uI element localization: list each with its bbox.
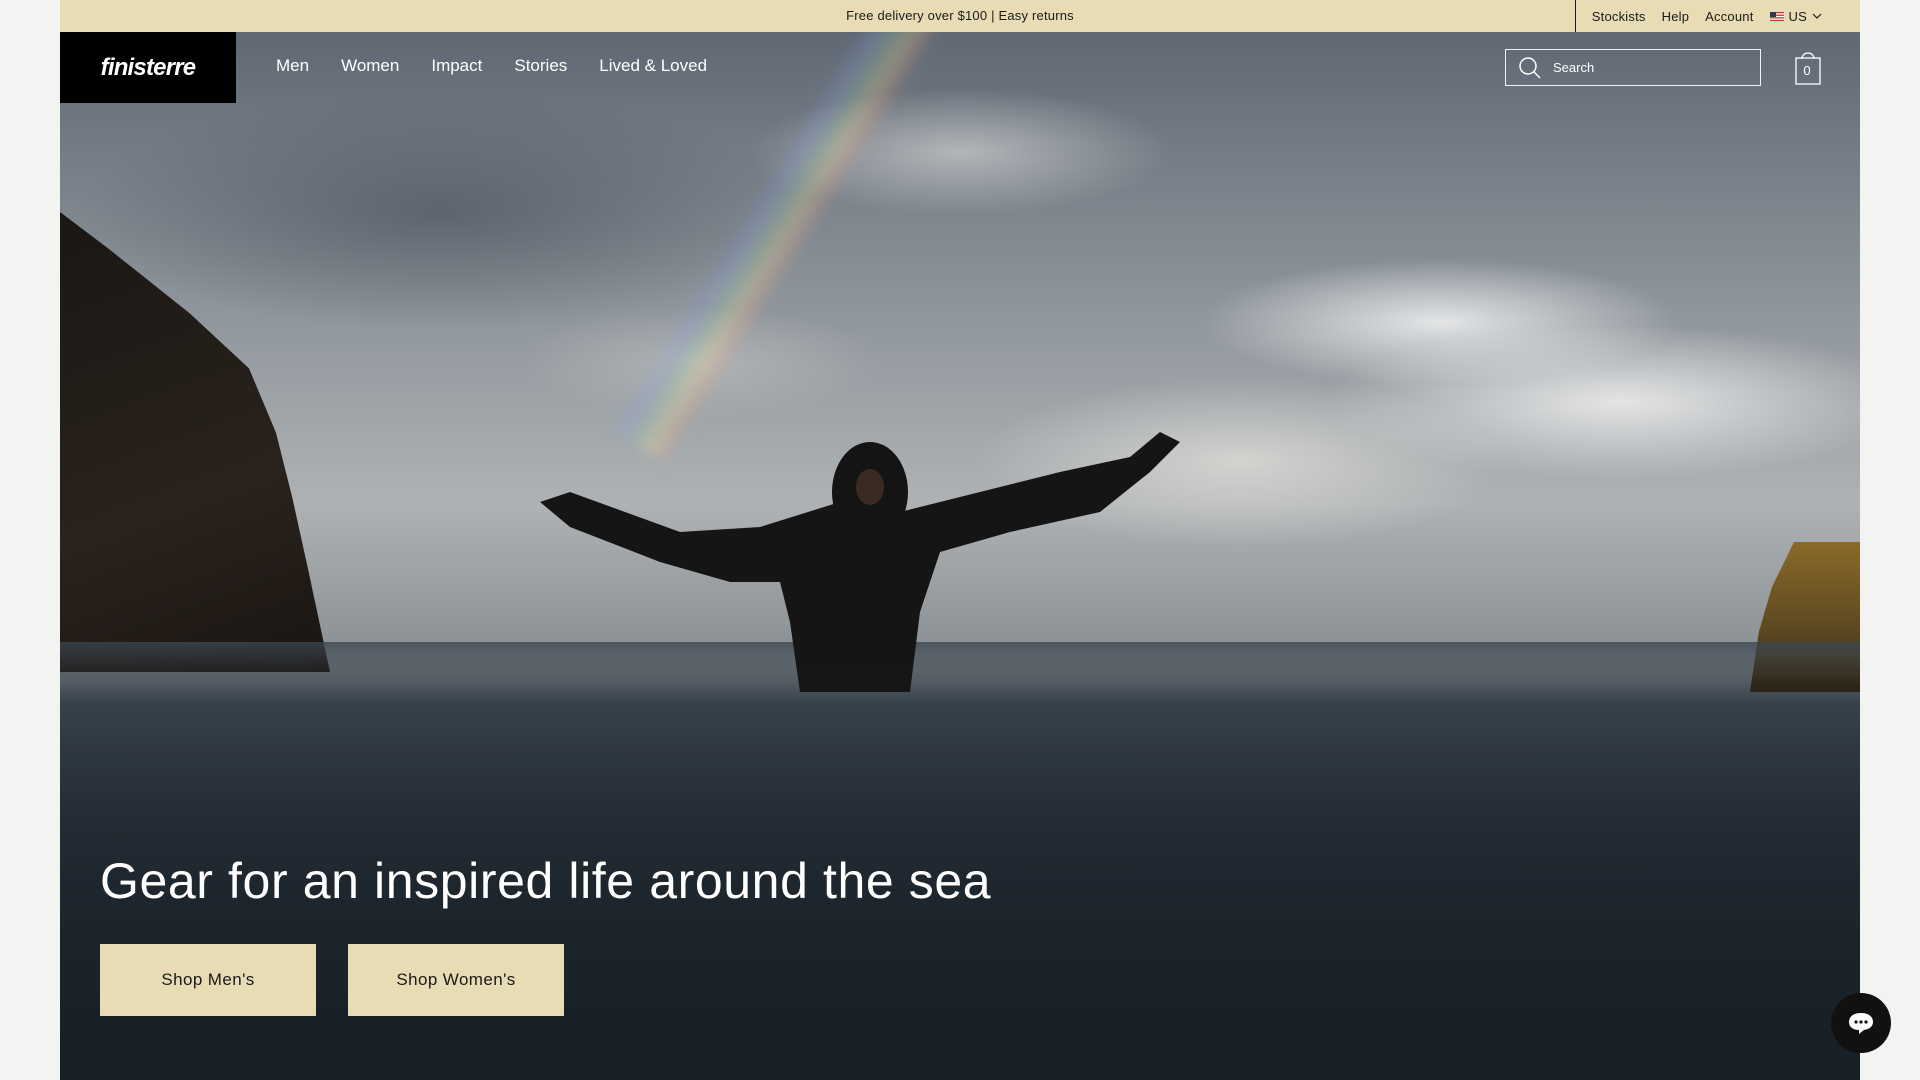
- site-logo[interactable]: finisterre: [60, 32, 236, 103]
- search-icon: [1519, 56, 1541, 79]
- page: Free delivery over $100 | Easy returns S…: [60, 0, 1860, 1080]
- hero-image: [60, 0, 1860, 1080]
- nav-item-stories[interactable]: Stories: [514, 56, 567, 76]
- chat-bubble-icon: [1849, 1013, 1873, 1034]
- hero-rock-left: [60, 212, 330, 672]
- hero-headline: Gear for an inspired life around the sea: [100, 853, 992, 909]
- help-link[interactable]: Help: [1662, 9, 1690, 24]
- nav-item-lived-loved[interactable]: Lived & Loved: [599, 56, 707, 76]
- nav-item-women[interactable]: Women: [341, 56, 399, 76]
- chat-button[interactable]: [1831, 993, 1891, 1053]
- search-input[interactable]: [1551, 59, 1751, 76]
- search-box[interactable]: [1505, 49, 1761, 86]
- shop-womens-button[interactable]: Shop Women's: [348, 944, 564, 1016]
- us-flag-icon: [1769, 11, 1784, 21]
- nav-item-men[interactable]: Men: [276, 56, 309, 76]
- cart-count: 0: [1803, 63, 1811, 78]
- chevron-down-icon: [1812, 13, 1822, 19]
- nav-item-impact[interactable]: Impact: [431, 56, 482, 76]
- main-nav: Men Women Impact Stories Lived & Loved: [276, 56, 707, 76]
- announcement-bar: Free delivery over $100 | Easy returns S…: [60, 0, 1860, 32]
- shop-mens-button[interactable]: Shop Men's: [100, 944, 316, 1016]
- account-link[interactable]: Account: [1705, 9, 1753, 24]
- cart-button[interactable]: 0: [1793, 49, 1823, 85]
- stockists-link[interactable]: Stockists: [1592, 9, 1646, 24]
- locale-label: US: [1788, 8, 1807, 24]
- locale-selector[interactable]: US: [1769, 8, 1822, 24]
- utility-nav: Stockists Help Account US: [1574, 0, 1860, 32]
